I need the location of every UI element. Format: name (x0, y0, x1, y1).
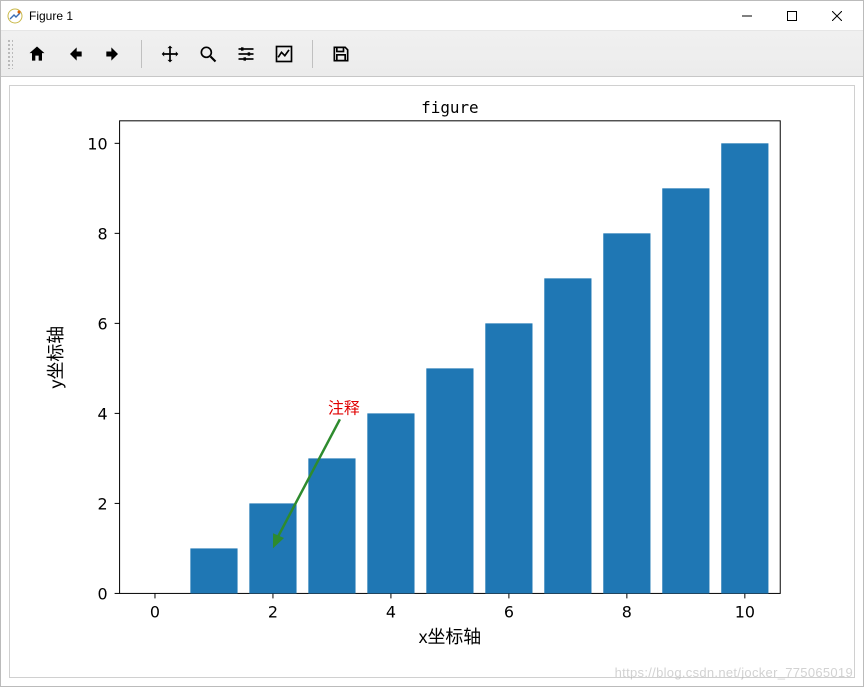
chart-svg: figure 0 2 4 6 8 10 0 2 4 6 8 10 x坐标轴 y坐标轴注释 (10, 86, 854, 677)
minimize-button[interactable] (724, 1, 769, 30)
y-tick-label: 2 (98, 494, 108, 513)
x-tick-label: 4 (386, 602, 396, 621)
x-axis-label: x坐标轴 (419, 627, 482, 647)
window-controls (724, 1, 859, 30)
y-tick-label: 4 (98, 404, 108, 423)
configure-button[interactable] (228, 36, 264, 72)
window-title: Figure 1 (29, 9, 724, 23)
x-tick-label: 6 (504, 602, 514, 621)
pan-button[interactable] (152, 36, 188, 72)
bar (544, 278, 591, 593)
figure-window: Figure 1 (0, 0, 864, 687)
back-button[interactable] (57, 36, 93, 72)
bar (308, 458, 355, 593)
toolbar-separator (312, 40, 313, 68)
bar (721, 143, 768, 593)
toolbar-separator (141, 40, 142, 68)
zoom-button[interactable] (190, 36, 226, 72)
y-tick-label: 0 (98, 584, 108, 603)
x-tick-label: 0 (150, 602, 160, 621)
app-icon (7, 8, 23, 24)
bar (603, 233, 650, 593)
x-tick-label: 2 (268, 602, 278, 621)
maximize-button[interactable] (769, 1, 814, 30)
forward-button[interactable] (95, 36, 131, 72)
canvas-inner[interactable]: figure 0 2 4 6 8 10 0 2 4 6 8 10 x坐标轴 y坐标轴注释 (9, 85, 855, 678)
bar (426, 368, 473, 593)
toolbar (1, 31, 863, 77)
bar (662, 188, 709, 593)
annotation-text: 注释 (328, 399, 360, 417)
y-tick-label: 6 (98, 314, 108, 333)
x-tick-label: 8 (622, 602, 632, 621)
bar (190, 548, 237, 593)
watermark: https://blog.csdn.net/jocker_775065019 (615, 665, 853, 680)
bar (367, 413, 414, 593)
toolbar-grip[interactable] (7, 39, 13, 69)
bar (485, 323, 532, 593)
y-tick-label: 10 (87, 134, 107, 153)
x-tick-label: 10 (735, 602, 755, 621)
home-button[interactable] (19, 36, 55, 72)
y-axis-label: y坐标轴 (46, 326, 66, 389)
edit-button[interactable] (266, 36, 302, 72)
close-button[interactable] (814, 1, 859, 30)
save-button[interactable] (323, 36, 359, 72)
y-tick-label: 8 (98, 224, 108, 243)
chart-title: figure (421, 98, 478, 117)
canvas-area: figure 0 2 4 6 8 10 0 2 4 6 8 10 x坐标轴 y坐标轴注释 https://b… (1, 77, 863, 686)
titlebar[interactable]: Figure 1 (1, 1, 863, 31)
